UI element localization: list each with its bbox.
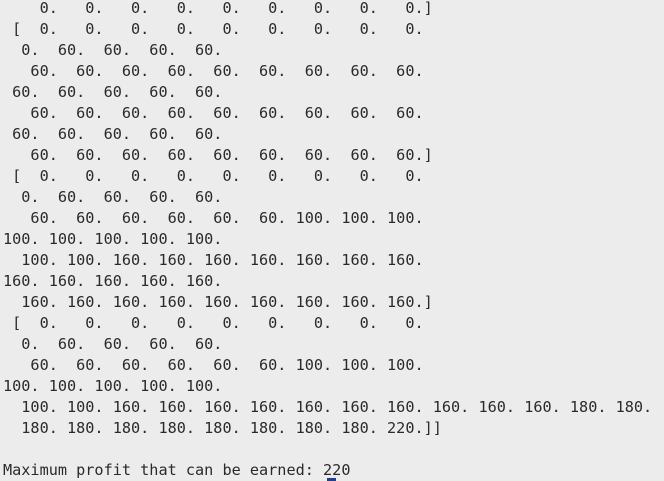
output-line: 60. 60. 60. 60. 60. 60. 100. 100. 100. <box>3 209 424 227</box>
terminal-output: 0. 0. 0. 0. 0. 0. 0. 0. 0.] [ 0. 0. 0. 0… <box>3 0 652 481</box>
output-line: 60. 60. 60. 60. 60. 60. 60. 60. 60.] <box>3 146 433 164</box>
output-line: 0. 60. 60. 60. 60. <box>3 41 223 59</box>
output-line: 0. 0. 0. 0. 0. 0. 0. 0. 0.] <box>3 0 433 17</box>
output-line: 60. 60. 60. 60. 60. 60. 100. 100. 100. <box>3 356 424 374</box>
output-line: 160. 160. 160. 160. 160. 160. 160. 160. … <box>3 293 433 311</box>
output-line: 0. 60. 60. 60. 60. <box>3 188 223 206</box>
output-line: [ 0. 0. 0. 0. 0. 0. 0. 0. 0. <box>3 314 424 332</box>
output-line: 100. 100. 160. 160. 160. 160. 160. 160. … <box>3 251 424 269</box>
output-line: 0. 60. 60. 60. 60. <box>3 335 223 353</box>
output-line: 60. 60. 60. 60. 60. <box>3 83 223 101</box>
output-line: 160. 160. 160. 160. 160. <box>3 272 223 290</box>
output-line: 60. 60. 60. 60. 60. <box>3 125 223 143</box>
output-line: 100. 100. 160. 160. 160. 160. 160. 160. … <box>3 398 653 416</box>
output-line: [ 0. 0. 0. 0. 0. 0. 0. 0. 0. <box>3 167 424 185</box>
output-line: 60. 60. 60. 60. 60. 60. 60. 60. 60. <box>3 62 424 80</box>
output-line: 180. 180. 180. 180. 180. 180. 180. 180. … <box>3 419 442 437</box>
output-line: 100. 100. 100. 100. 100. <box>3 377 223 395</box>
output-line: 60. 60. 60. 60. 60. 60. 60. 60. 60. <box>3 104 424 122</box>
output-line: 100. 100. 100. 100. 100. <box>3 230 223 248</box>
terminal-window[interactable]: 0. 0. 0. 0. 0. 0. 0. 0. 0.] [ 0. 0. 0. 0… <box>0 0 664 481</box>
output-line: [ 0. 0. 0. 0. 0. 0. 0. 0. 0. <box>3 20 424 38</box>
